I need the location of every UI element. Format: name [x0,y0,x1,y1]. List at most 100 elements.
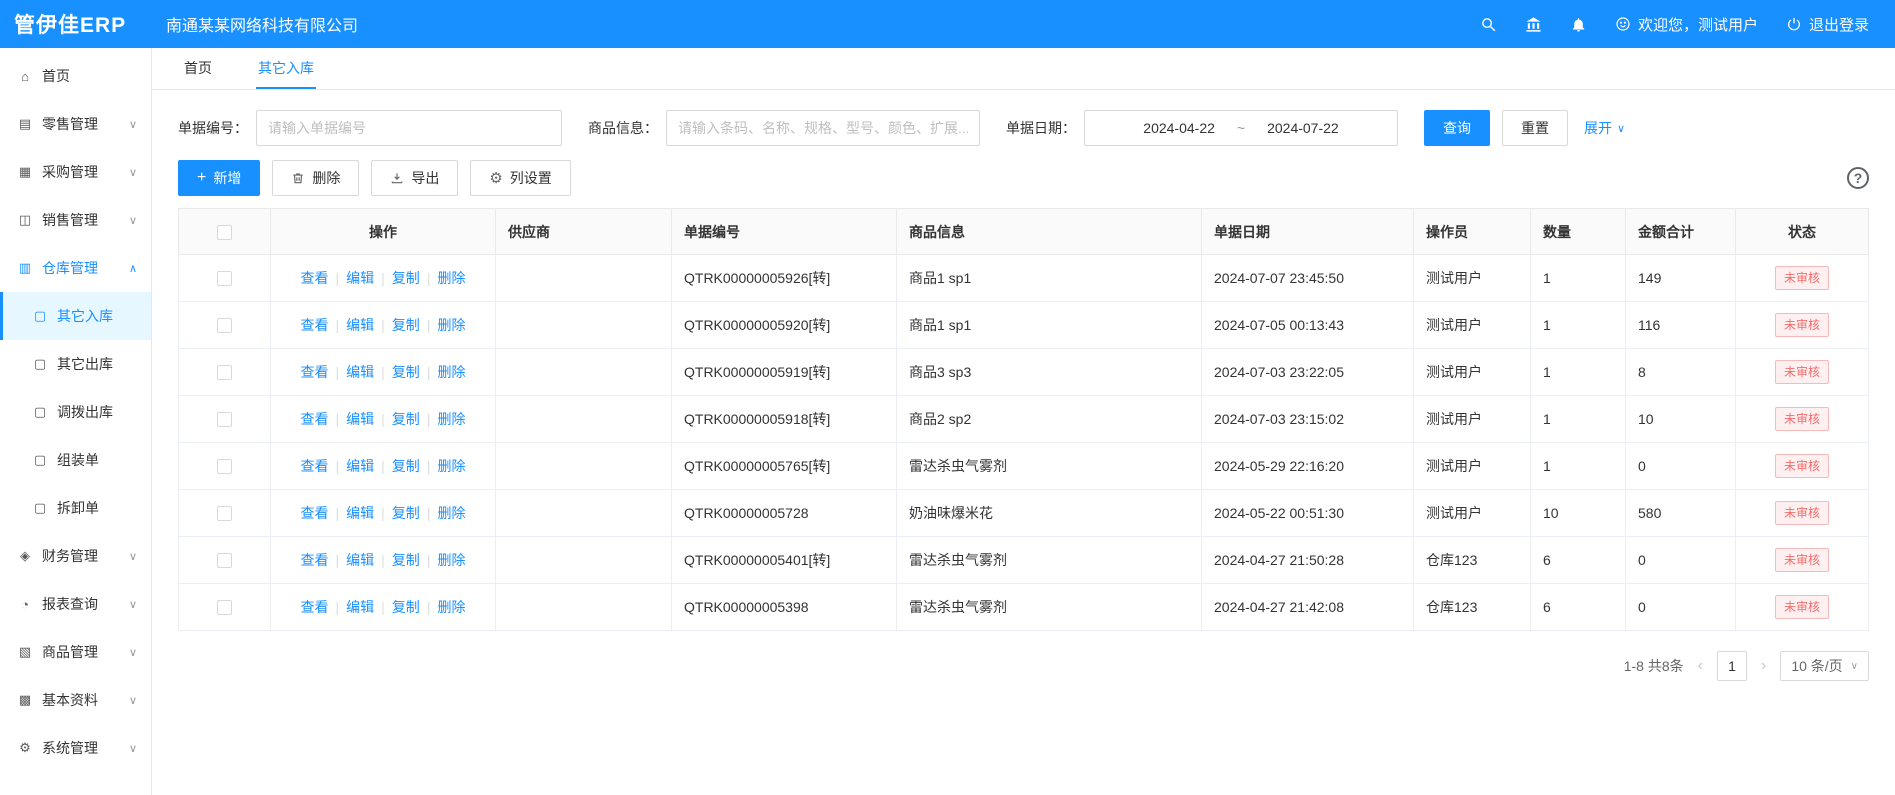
copy-link[interactable]: 复制 [392,505,420,521]
row-checkbox-cell [179,584,271,631]
action-separator: | [381,411,385,427]
home-portal-icon[interactable] [1525,16,1542,33]
select-all-checkbox[interactable] [217,225,232,240]
edit-link[interactable]: 编辑 [346,458,374,474]
bill-no-cell: QTRK00000005398 [672,584,897,631]
date-cell: 2024-07-03 23:15:02 [1202,396,1414,443]
sidebar-subitem-transfer-out[interactable]: ▢调拨出库 [0,388,151,436]
doc-icon: ▢ [31,500,49,516]
date-range-picker[interactable]: 2024-04-22 ~ 2024-07-22 [1084,110,1398,146]
tab-home[interactable]: 首页 [182,48,214,89]
chevron-down-icon: ∨ [129,550,137,563]
sidebar-item-sales[interactable]: ◫销售管理∨ [0,196,151,244]
delete-link[interactable]: 删除 [437,411,465,427]
row-checkbox[interactable] [217,365,232,380]
search-button[interactable]: 查询 [1424,110,1490,146]
tab-other-in[interactable]: 其它入库 [256,48,316,89]
export-button[interactable]: 导出 [371,160,458,196]
sidebar-item-purchase[interactable]: ▦采购管理∨ [0,148,151,196]
sidebar-item-home[interactable]: ⌂首页 [0,52,151,100]
date-to[interactable]: 2024-07-22 [1267,120,1339,136]
delete-link[interactable]: 删除 [437,505,465,521]
app-logo: 管伊佳ERP [0,9,152,39]
action-separator: | [381,552,385,568]
copy-link[interactable]: 复制 [392,599,420,615]
action-separator: | [336,505,340,521]
row-checkbox[interactable] [217,271,232,286]
edit-link[interactable]: 编辑 [346,317,374,333]
row-checkbox[interactable] [217,553,232,568]
copy-link[interactable]: 复制 [392,317,420,333]
expand-toggle[interactable]: 展开 ∨ [1584,118,1625,138]
sidebar-item-report[interactable]: ◔报表查询∨ [0,580,151,628]
delete-link[interactable]: 删除 [437,599,465,615]
qty-cell: 1 [1531,443,1626,490]
row-checkbox[interactable] [217,412,232,427]
delete-link[interactable]: 删除 [437,458,465,474]
edit-link[interactable]: 编辑 [346,599,374,615]
view-link[interactable]: 查看 [301,552,329,568]
delete-link[interactable]: 删除 [437,364,465,380]
copy-link[interactable]: 复制 [392,364,420,380]
next-page-button[interactable]: › [1759,657,1768,675]
view-link[interactable]: 查看 [301,364,329,380]
amount-cell: 149 [1626,255,1736,302]
row-checkbox[interactable] [217,600,232,615]
view-link[interactable]: 查看 [301,599,329,615]
user-menu[interactable]: 欢迎您，测试用户 [1615,14,1758,35]
sidebar-item-finance[interactable]: ◈财务管理∨ [0,532,151,580]
search-icon[interactable] [1480,16,1497,33]
page-size-select[interactable]: 10 条/页 ∨ [1780,651,1869,681]
view-link[interactable]: 查看 [301,505,329,521]
sidebar-item-goods[interactable]: ▧商品管理∨ [0,628,151,676]
delete-button[interactable]: 删除 [272,160,359,196]
edit-link[interactable]: 编辑 [346,411,374,427]
tab-label: 首页 [184,58,212,78]
sidebar-item-warehouse[interactable]: ▥仓库管理∧ [0,244,151,292]
edit-link[interactable]: 编辑 [346,505,374,521]
edit-link[interactable]: 编辑 [346,364,374,380]
copy-link[interactable]: 复制 [392,552,420,568]
view-link[interactable]: 查看 [301,411,329,427]
logout-button[interactable]: 退出登录 [1786,14,1869,35]
supplier-cell [496,443,672,490]
delete-link[interactable]: 删除 [437,270,465,286]
view-link[interactable]: 查看 [301,317,329,333]
sidebar-subitem-other-in[interactable]: ▢其它入库 [0,292,151,340]
view-link[interactable]: 查看 [301,458,329,474]
copy-link[interactable]: 复制 [392,458,420,474]
edit-link[interactable]: 编辑 [346,270,374,286]
edit-link[interactable]: 编辑 [346,552,374,568]
sidebar-subitem-other-out[interactable]: ▢其它出库 [0,340,151,388]
row-checkbox[interactable] [217,318,232,333]
action-separator: | [336,599,340,615]
add-button[interactable]: + 新增 [178,160,260,196]
bill-no-input[interactable] [256,110,562,146]
current-page-button[interactable]: 1 [1717,651,1747,681]
help-icon[interactable]: ? [1847,167,1869,189]
bell-icon[interactable] [1570,16,1587,33]
sidebar-item-basic[interactable]: ▩基本资料∨ [0,676,151,724]
reset-button[interactable]: 重置 [1502,110,1568,146]
date-cell: 2024-05-22 00:51:30 [1202,490,1414,537]
row-checkbox[interactable] [217,506,232,521]
prev-page-button[interactable]: ‹ [1696,657,1705,675]
product-cell: 雷达杀虫气雾剂 [897,443,1202,490]
date-from[interactable]: 2024-04-22 [1143,120,1215,136]
view-link[interactable]: 查看 [301,270,329,286]
product-cell: 雷达杀虫气雾剂 [897,537,1202,584]
product-input[interactable] [666,110,980,146]
delete-link[interactable]: 删除 [437,317,465,333]
sidebar-item-label: 仓库管理 [42,258,98,278]
copy-link[interactable]: 复制 [392,411,420,427]
qty-cell: 1 [1531,396,1626,443]
column-settings-button[interactable]: ⚙ 列设置 [470,160,570,196]
sidebar-item-system[interactable]: ⚙系统管理∨ [0,724,151,772]
sidebar-subitem-disassembly[interactable]: ▢拆卸单 [0,484,151,532]
row-checkbox[interactable] [217,459,232,474]
sidebar-item-retail[interactable]: ▤零售管理∨ [0,100,151,148]
copy-link[interactable]: 复制 [392,270,420,286]
sidebar-subitem-assembly[interactable]: ▢组装单 [0,436,151,484]
delete-link[interactable]: 删除 [437,552,465,568]
status-badge: 未审核 [1775,595,1829,620]
